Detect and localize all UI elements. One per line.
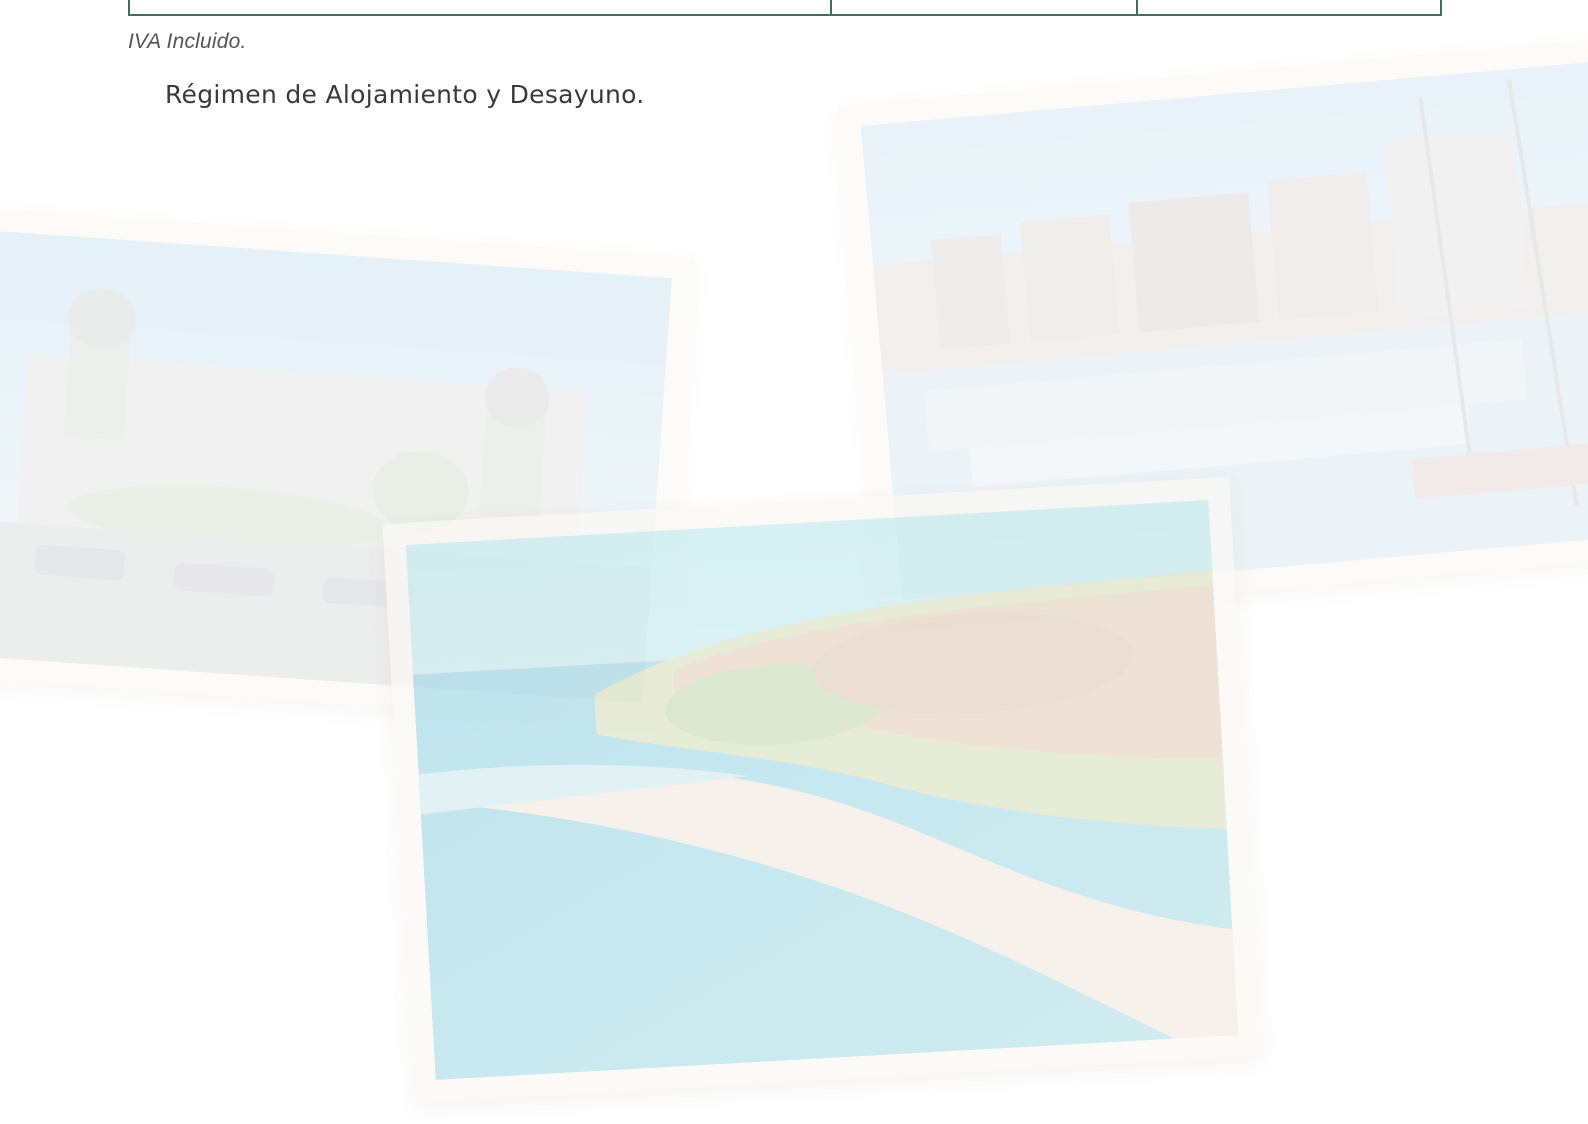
price-table-cell (130, 0, 832, 14)
price-table-bottom-edge (128, 0, 1442, 16)
price-table-cell (832, 0, 1138, 14)
beach-photo (405, 499, 1239, 1081)
vat-note: IVA Incluido. (128, 30, 247, 53)
price-table-cell (1138, 0, 1440, 14)
beach-postcard (382, 476, 1262, 1104)
board-regime-text: Régimen de Alojamiento y Desayuno. (165, 80, 645, 109)
